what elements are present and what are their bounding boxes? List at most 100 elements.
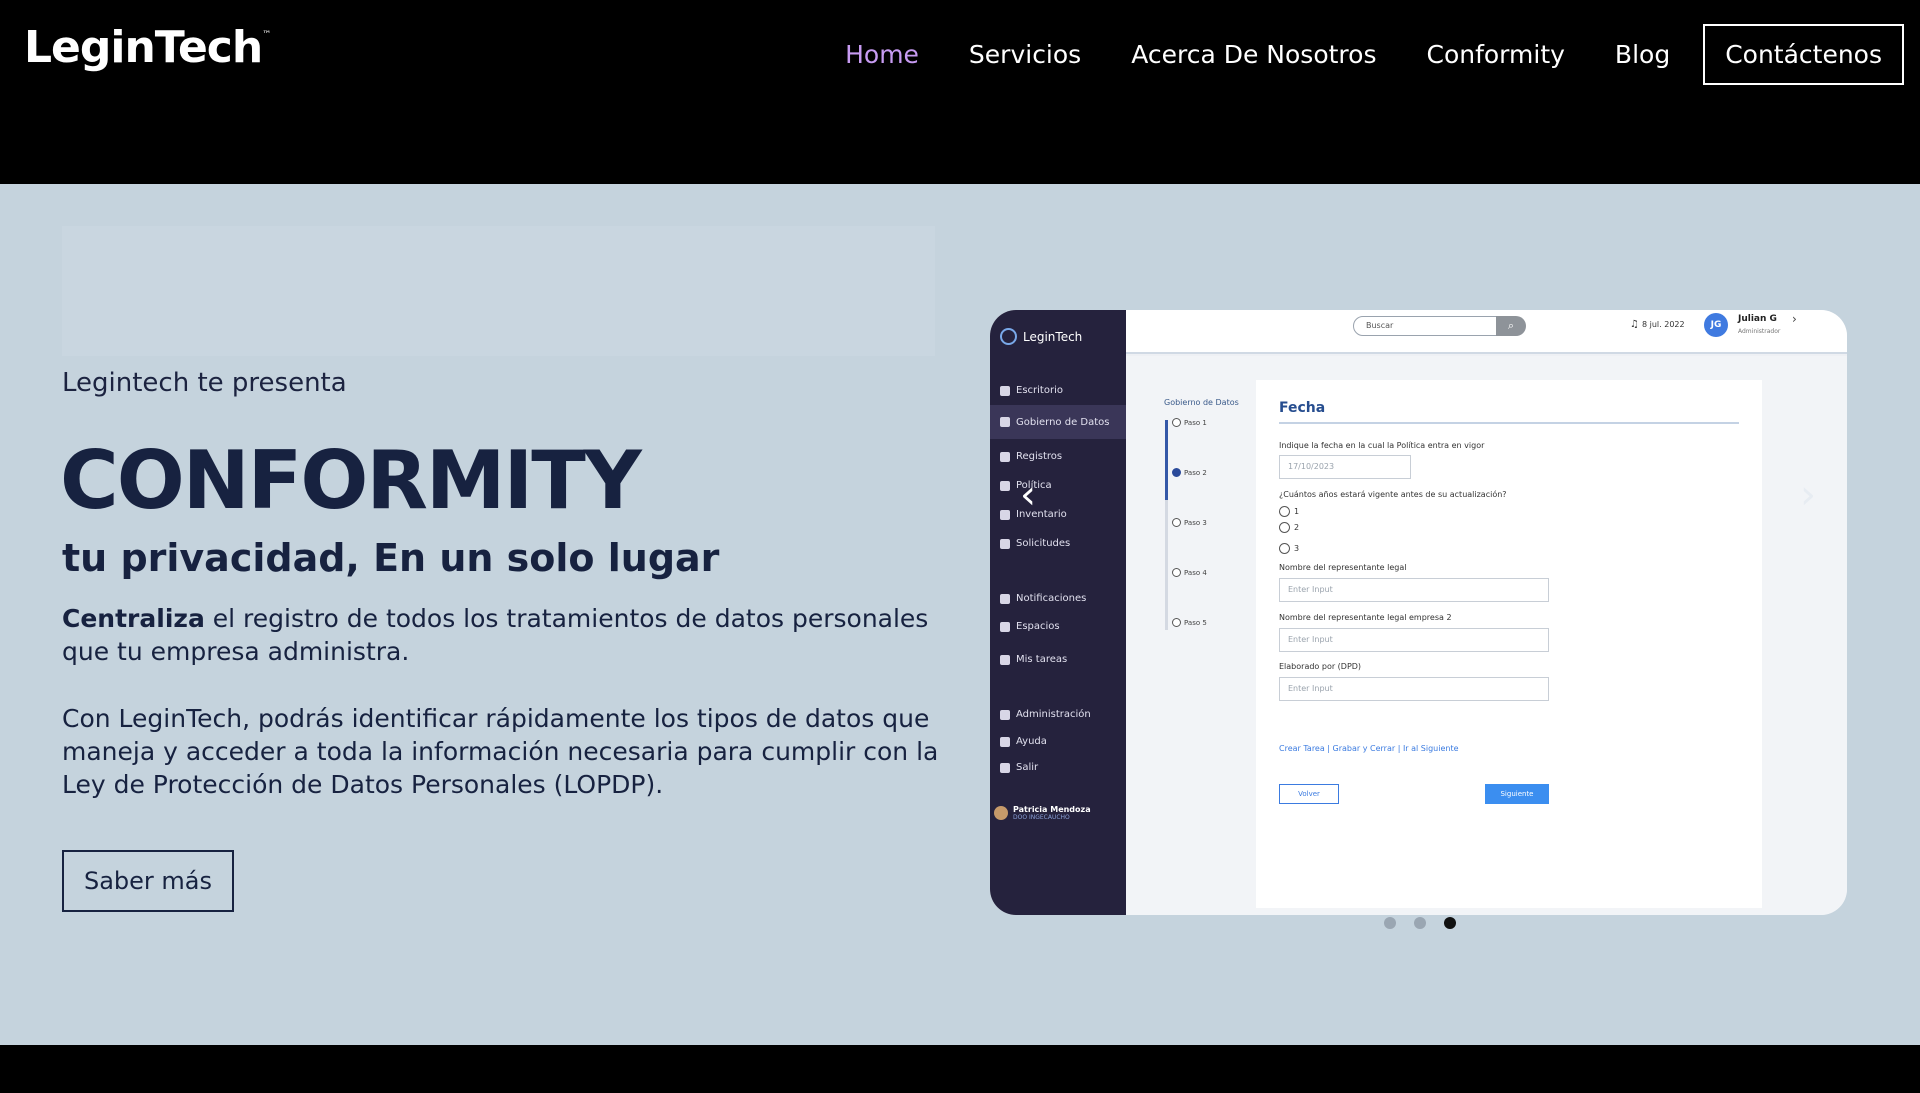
- sidebar-item-tareas: Mis tareas: [1000, 654, 1067, 665]
- step-label: Paso 1: [1184, 418, 1207, 427]
- site-header: LeginTech™ Home Servicios Acerca De Noso…: [0, 0, 1920, 184]
- mock-user: Patricia Mendoza DOO INGECAUCHO: [994, 805, 1091, 821]
- avatar: [994, 806, 1008, 820]
- sidebar-item-label: Espacios: [1016, 621, 1060, 632]
- radio-option: 1: [1279, 506, 1299, 517]
- radio-icon: [1279, 506, 1290, 517]
- dpd-field: Enter Input: [1279, 677, 1549, 701]
- form-label: Elaborado por (DPD): [1279, 662, 1362, 671]
- help-icon: [1000, 736, 1010, 747]
- saber-mas-button[interactable]: Saber más: [62, 850, 234, 912]
- bell-icon: ♫: [1630, 319, 1639, 330]
- logo-text: LeginTech: [24, 22, 263, 73]
- footer-strip: [0, 1045, 1920, 1093]
- check-icon: [1000, 480, 1010, 491]
- sidebar-item-label: Salir: [1016, 762, 1039, 773]
- sidebar-item-label: Administración: [1016, 709, 1091, 720]
- radio-icon: [1279, 543, 1290, 554]
- step-label: Paso 2: [1184, 468, 1207, 477]
- logo-mark: ™: [262, 30, 271, 40]
- mock-logo: LeginTech: [1000, 328, 1082, 345]
- step-done-icon: [1172, 418, 1181, 427]
- carousel-dot[interactable]: [1414, 917, 1426, 929]
- sidebar-item-label: Solicitudes: [1016, 538, 1071, 549]
- step-label: Paso 4: [1184, 568, 1207, 577]
- radio-icon: [1279, 522, 1290, 533]
- form-title: Fecha: [1279, 400, 1326, 416]
- sidebar-item-gobierno: Gobierno de Datos: [990, 405, 1126, 439]
- avatar: JG: [1704, 313, 1728, 337]
- carousel-dot-active[interactable]: [1444, 917, 1456, 929]
- carousel-dots: [1384, 917, 1456, 929]
- mock-content: Gobierno de Datos Paso 1 Paso 2 Paso 3 P…: [1126, 356, 1847, 915]
- nav-conformity[interactable]: Conformity: [1426, 40, 1564, 69]
- exit-icon: [1000, 762, 1010, 773]
- inventory-icon: [1000, 509, 1010, 520]
- step-item: Paso 1: [1172, 418, 1207, 427]
- subtitle-regular: tu privacidad,: [62, 536, 374, 580]
- gear-icon: [1000, 709, 1010, 720]
- nav-home[interactable]: Home: [845, 40, 919, 69]
- legintech-logo[interactable]: LeginTech™: [24, 22, 271, 73]
- para1-bold: Centraliza: [62, 604, 205, 633]
- nav-blog[interactable]: Blog: [1615, 40, 1670, 69]
- step-pending-icon: [1172, 618, 1181, 627]
- file-icon: [1000, 451, 1010, 462]
- sidebar-item-label: Mis tareas: [1016, 654, 1068, 665]
- next-button: Siguiente: [1485, 784, 1549, 804]
- mock-topbar-user: Julian G: [1738, 314, 1777, 324]
- screenshot-carousel[interactable]: LeginTech Escritorio Gobierno de Datos R…: [990, 310, 1847, 915]
- divider: [1279, 422, 1739, 424]
- form-links: Crear Tarea | Grabar y Cerrar | Ir al Si…: [1279, 744, 1459, 753]
- mock-topbar: Buscar ⌕ ♫ 8 jul. 2022 JG Julian G Admin…: [1126, 310, 1847, 354]
- nav-acerca[interactable]: Acerca De Nosotros: [1131, 40, 1376, 69]
- mock-form-card: Fecha Indique la fecha en la cual la Pol…: [1256, 380, 1762, 908]
- hero-section: Legintech te presenta CONFORMITY tu priv…: [0, 184, 1920, 1045]
- sidebar-item-notificaciones: Notificaciones: [1000, 593, 1086, 604]
- bell-icon: [1000, 593, 1010, 604]
- back-button: Volver: [1279, 784, 1339, 804]
- sidebar-item-label: Escritorio: [1016, 385, 1063, 396]
- mock-sidebar: LeginTech Escritorio Gobierno de Datos R…: [990, 310, 1126, 915]
- sidebar-item-solicitudes: Solicitudes: [1000, 538, 1070, 549]
- steps-progress: [1165, 420, 1168, 500]
- form-label: Nombre del representante legal empresa 2: [1279, 613, 1452, 622]
- legintech-mark-icon: [1000, 328, 1017, 345]
- step-item: Paso 3: [1172, 518, 1207, 527]
- sidebar-item-administracion: Administración: [1000, 709, 1091, 720]
- chevron-left-icon[interactable]: ‹: [1020, 472, 1036, 518]
- form-label: Indique la fecha en la cual la Política …: [1279, 441, 1485, 450]
- sidebar-item-ayuda: Ayuda: [1000, 736, 1047, 747]
- step-item: Paso 5: [1172, 618, 1207, 627]
- hero-intro: Legintech te presenta: [62, 368, 347, 398]
- hero-title: CONFORMITY: [60, 434, 642, 527]
- mock-date: 8 jul. 2022: [1642, 320, 1685, 329]
- step-current-icon: [1172, 468, 1181, 477]
- radio-option: 3: [1279, 543, 1299, 554]
- contact-button[interactable]: Contáctenos: [1703, 23, 1904, 85]
- step-label: Paso 5: [1184, 618, 1207, 627]
- org-icon: [1000, 621, 1010, 632]
- hero-paragraph-1: Centraliza el registro de todos los trat…: [62, 602, 942, 668]
- radio-label: 1: [1294, 507, 1300, 516]
- date-field: 17/10/2023: [1279, 455, 1411, 479]
- hero-subtitle: tu privacidad, En un solo lugar: [62, 536, 719, 580]
- step-item: Paso 2: [1172, 468, 1207, 477]
- step-pending-icon: [1172, 568, 1181, 577]
- mock-search-input: Buscar: [1353, 316, 1517, 336]
- form-label: ¿Cuántos años estará vigente antes de su…: [1279, 490, 1507, 499]
- desk-icon: [1000, 385, 1010, 396]
- list-icon: [1000, 538, 1010, 549]
- mock-logo-text: LeginTech: [1023, 329, 1083, 344]
- sidebar-item-registros: Registros: [1000, 451, 1062, 462]
- steps-title: Gobierno de Datos: [1164, 398, 1239, 407]
- radio-label: 2: [1294, 523, 1300, 532]
- nav-servicios[interactable]: Servicios: [969, 40, 1081, 69]
- carousel-dot[interactable]: [1384, 917, 1396, 929]
- radio-label: 3: [1294, 544, 1300, 553]
- search-icon: ⌕: [1496, 316, 1526, 336]
- sidebar-item-salir: Salir: [1000, 762, 1038, 773]
- chevron-right-icon[interactable]: ›: [1800, 472, 1816, 518]
- step-pending-icon: [1172, 518, 1181, 527]
- representative-field: Enter Input: [1279, 578, 1549, 602]
